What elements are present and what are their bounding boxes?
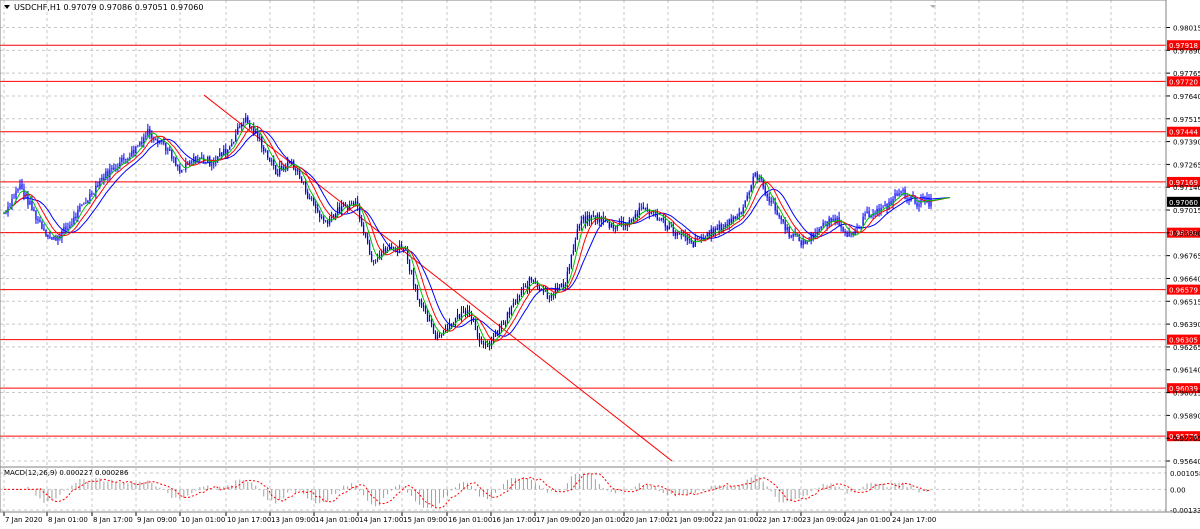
price-tick-label: 0.95640 [1173, 458, 1200, 466]
time-tick-label: 7 Jan 2020 [5, 516, 43, 524]
time-tick-label: 8 Jan 01:00 [48, 516, 88, 524]
time-tick-label: 24 Jan 17:00 [892, 516, 936, 524]
price-tick-label: 0.95890 [1173, 412, 1200, 420]
time-tick-label: 16 Jan 17:00 [492, 516, 536, 524]
price-tick-label: 0.97265 [1173, 161, 1200, 169]
price-tick-label: 0.96015 [1173, 390, 1200, 398]
time-tick-label: 10 Jan 17:00 [227, 516, 271, 524]
current-price-label: 0.97060 [1169, 199, 1198, 207]
price-tick-label: 0.97015 [1173, 207, 1200, 215]
chart-canvas[interactable]: 0.979180.977200.974440.971690.968910.965… [0, 0, 1200, 525]
macd-axis: 0.001058 0.00 -0.001336 [1170, 470, 1200, 515]
price-tick-label: 0.97140 [1173, 184, 1200, 192]
price-axis: 0.98015 0.97890 0.97765 0.97640 0.97515 0.973… [1166, 25, 1200, 466]
level-tag-label: 0.97720 [1169, 78, 1198, 86]
price-tick-label: 0.96765 [1173, 253, 1200, 261]
grid-lines [0, 0, 1166, 512]
time-axis: 7 Jan 2020 8 Jan 01:00 8 Jan 17:00 9 Jan 09… [3, 512, 936, 524]
price-tick-label: 0.97515 [1173, 116, 1200, 124]
ma-slow-line [3, 130, 951, 337]
time-tick-label: 23 Jan 09:00 [802, 516, 846, 524]
chart-window[interactable]: 0.97918 0.97720 0.97444 0.97169 0.96891 0.965… [0, 0, 1200, 525]
time-tick-label: 14 Jan 01:00 [315, 516, 359, 524]
price-tick-label: 0.96890 [1173, 230, 1200, 238]
price-tick-label: 0.96140 [1173, 367, 1200, 375]
price-tick-label: 0.96265 [1173, 344, 1200, 352]
price-tick-label: 0.97640 [1173, 93, 1200, 101]
dropdown-triangle-icon[interactable] [4, 5, 10, 9]
moving-averages [3, 122, 951, 346]
price-tick-label: 0.97390 [1173, 139, 1200, 147]
price-tick-label: 0.97765 [1173, 70, 1200, 78]
time-tick-label: 16 Jan 01:00 [448, 516, 492, 524]
level-tag-label: 0.96579 [1169, 287, 1198, 295]
chart-header: USDCHF,H1 0.97079 0.97086 0.97051 0.9706… [4, 3, 203, 12]
macd-panel [4, 473, 932, 509]
time-tick-label: 22 Jan 01:00 [714, 516, 758, 524]
time-tick-label: 17 Jan 09:00 [536, 516, 580, 524]
time-tick-label: 13 Jan 09:00 [271, 516, 315, 524]
time-tick-label: 24 Jan 01:00 [846, 516, 890, 524]
time-tick-label: 14 Jan 17:00 [359, 516, 403, 524]
time-tick-label: 9 Jan 09:00 [137, 516, 177, 524]
macd-signal-line [4, 473, 932, 509]
price-tick-label: 0.98015 [1173, 25, 1200, 33]
time-tick-label: 8 Jan 17:00 [93, 516, 133, 524]
time-tick-label: 20 Jan 01:00 [581, 516, 625, 524]
time-tick-label: 20 Jan 17:00 [625, 516, 669, 524]
time-tick-label: 21 Jan 09:00 [669, 516, 713, 524]
ma-fast-line [3, 122, 951, 346]
time-tick-label: 15 Jan 09:00 [403, 516, 447, 524]
price-tick-label: 0.96640 [1173, 275, 1200, 283]
time-tick-label: 22 Jan 17:00 [758, 516, 802, 524]
price-tick-label: 0.96390 [1173, 321, 1200, 329]
macd-tick-label: 0.001058 [1170, 470, 1200, 478]
symbol-info: USDCHF,H1 0.97079 0.97086 0.97051 0.9706… [14, 3, 203, 12]
price-tick-label: 0.96515 [1173, 298, 1200, 306]
level-tag-label: 0.97444 [1169, 129, 1198, 137]
time-tick-label: 10 Jan 01:00 [181, 516, 225, 524]
price-candles [3, 113, 932, 351]
macd-tick-label: -0.001336 [1170, 507, 1200, 515]
price-tick-label: 0.95765 [1173, 435, 1200, 443]
macd-header: MACD(12,26,9) 0.000227 0.000286 [4, 469, 129, 477]
macd-tick-label: 0.00 [1170, 486, 1186, 494]
macd-label: MACD(12,26,9) 0.000227 0.000286 [4, 469, 129, 477]
price-tick-label: 0.97890 [1173, 47, 1200, 55]
